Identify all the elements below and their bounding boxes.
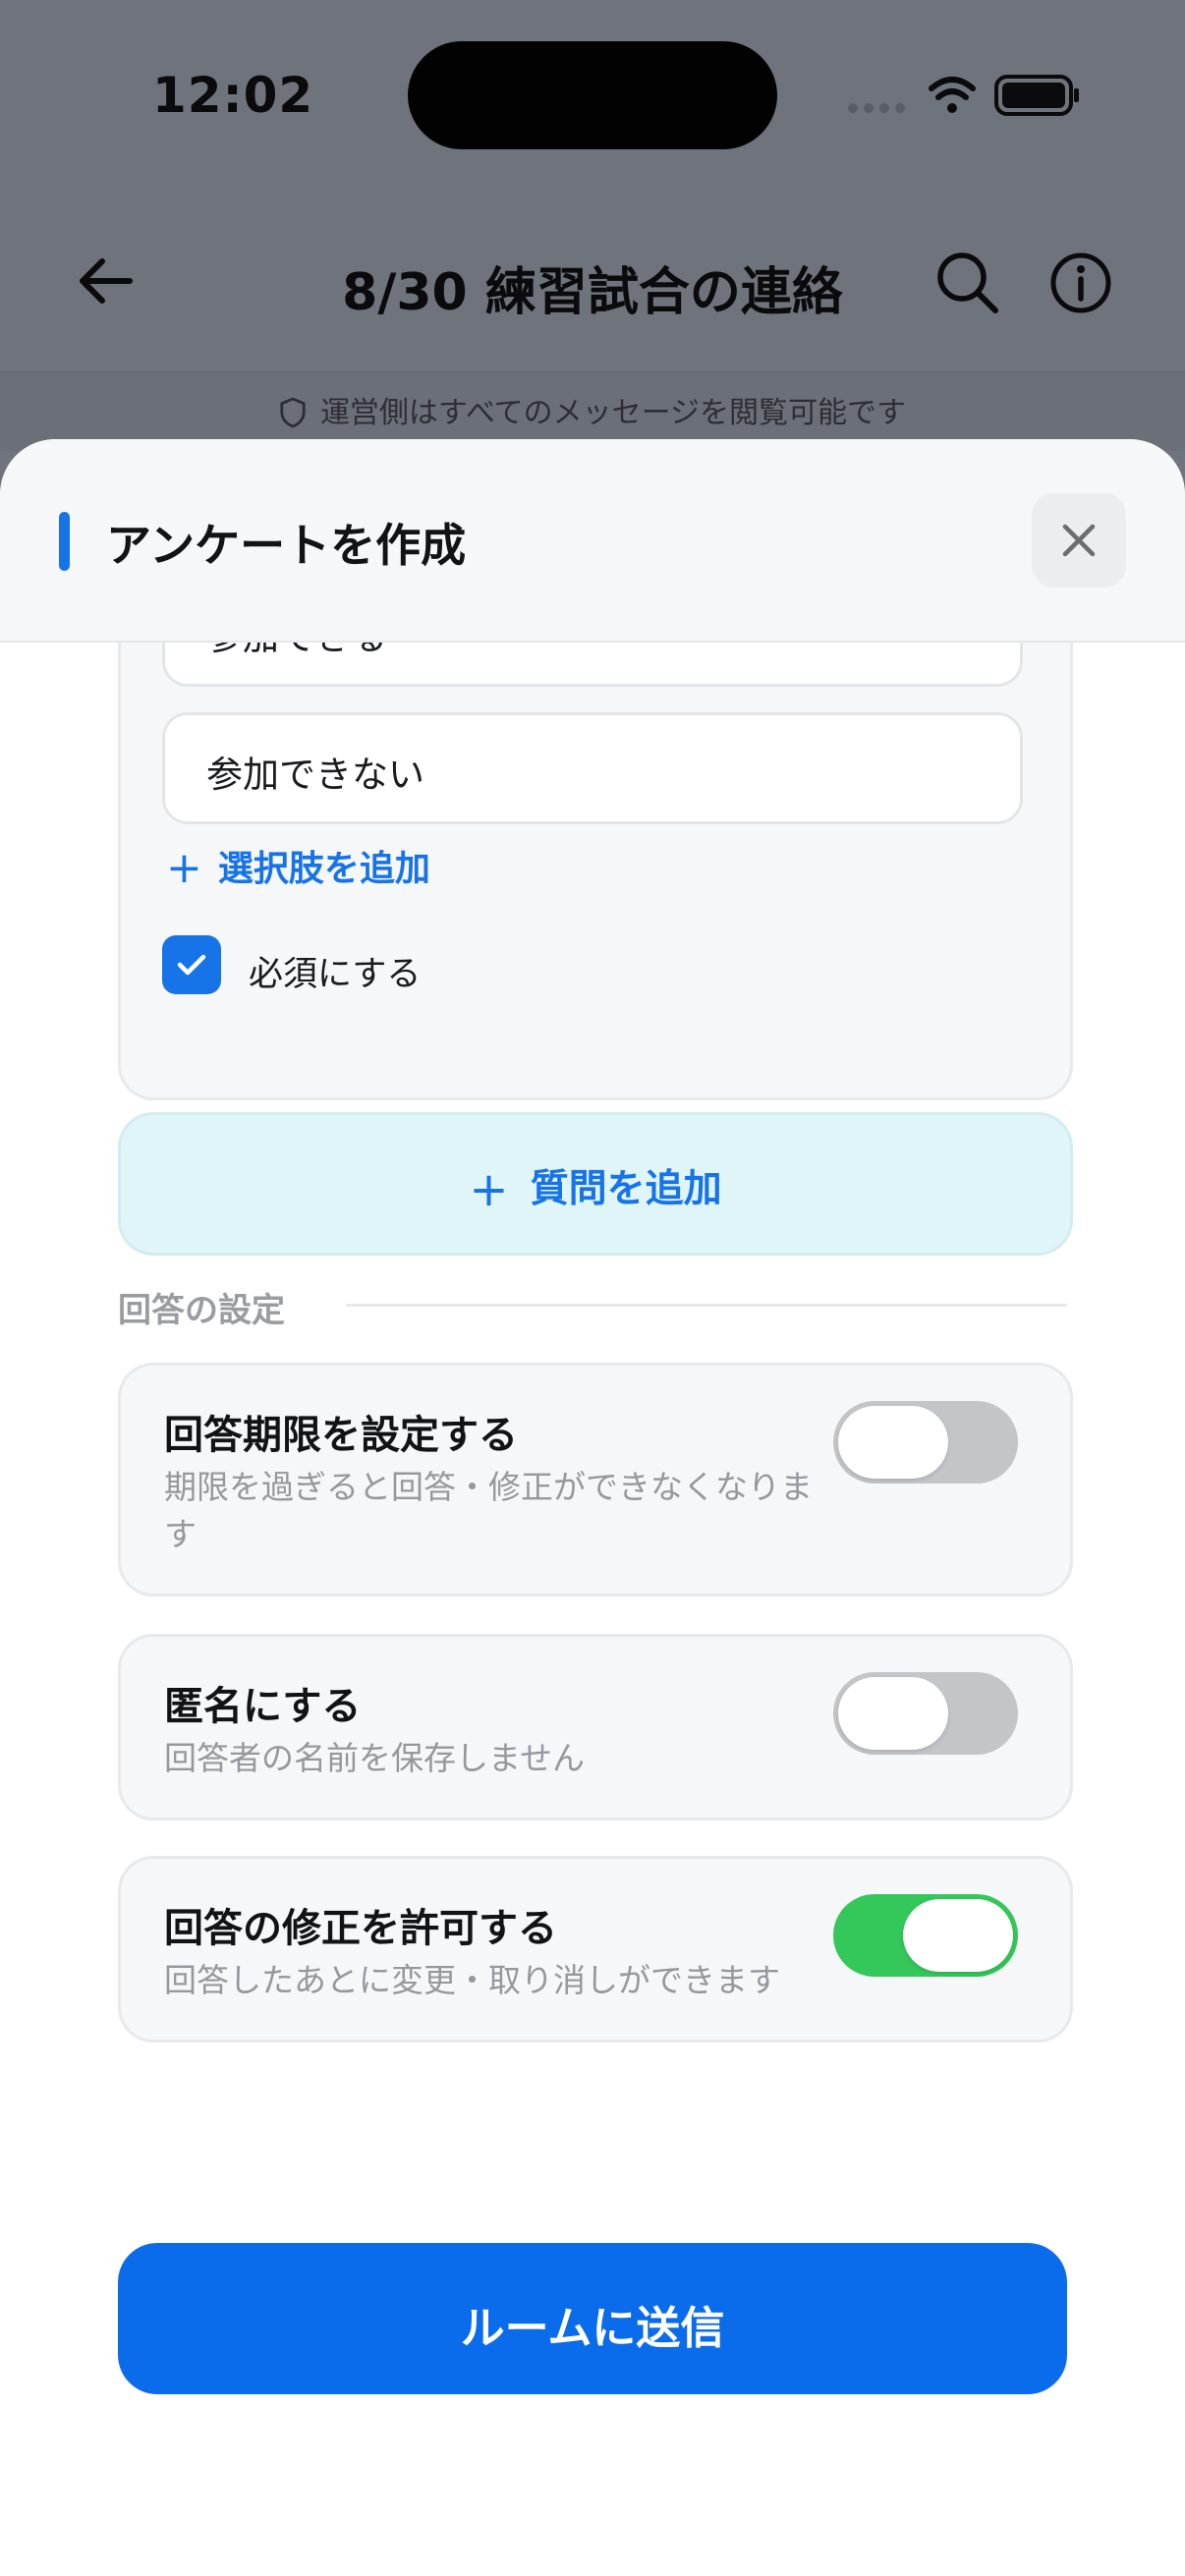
shield-icon [280, 397, 306, 428]
plus-icon: + [166, 843, 202, 893]
close-icon [1062, 524, 1096, 557]
setting-title: 回答期限を設定する [164, 1413, 518, 1458]
setting-deadline: 回答期限を設定する 期限を過ぎると回答・修正ができなくなります [118, 1363, 1073, 1596]
search-icon[interactable] [929, 244, 1007, 322]
toggle-knob [838, 1406, 948, 1479]
anonymous-toggle[interactable] [833, 1672, 1018, 1755]
status-bar: 12:02 [0, 0, 1185, 187]
toggle-knob [903, 1899, 1013, 1972]
required-checkbox[interactable] [162, 935, 221, 994]
plus-icon: + [469, 1162, 509, 1217]
deadline-toggle[interactable] [833, 1401, 1018, 1484]
setting-description: 期限を過ぎると回答・修正ができなくなります [164, 1468, 813, 1553]
option-field[interactable]: 参加できない [162, 712, 1023, 824]
sheet-header: アンケートを作成 [0, 439, 1185, 643]
add-option-button[interactable]: + 選択肢を追加 [166, 840, 430, 893]
chat-header: 8/30 練習試合の連絡 [0, 211, 1185, 359]
sheet-content: 参加できる 参加できない +選択肢を追加 必須にする +質問を追加 回答の設定 [0, 575, 1185, 2576]
send-to-room-button[interactable]: ルームに送信 [118, 2243, 1067, 2394]
title-accent-bar [59, 512, 70, 571]
notice-text: 運営側はすべてのメッセージを閲覧可能です [319, 396, 907, 430]
battery-icon [994, 75, 1079, 116]
wifi-dot [947, 103, 957, 113]
status-time: 12:02 [152, 67, 314, 124]
room-title: 8/30 練習試合の連絡 [342, 263, 843, 322]
dynamic-island [408, 41, 777, 149]
setting-anonymous: 匿名にする 回答者の名前を保存しません [118, 1634, 1073, 1820]
add-question-button[interactable]: + 質問を追加 [118, 1112, 1073, 1256]
question-card: 参加できる 参加できない +選択肢を追加 必須にする [118, 575, 1073, 1100]
sheet-title: アンケートを作成 [106, 519, 467, 572]
send-button-label: ルームに送信 [460, 2302, 725, 2354]
section-divider [346, 1304, 1067, 1307]
status-icons [848, 75, 1079, 116]
setting-title: 匿名にする [164, 1684, 362, 1729]
wifi-icon [929, 77, 976, 100]
setting-allow-edit: 回答の修正を許可する 回答したあとに変更・取り消しができます [118, 1856, 1073, 2043]
poll-sheet: アンケートを作成 参加できる 参加できない +選択肢を追加 必須にする [0, 439, 1185, 2576]
option-text: 参加できない [206, 754, 424, 796]
add-option-label: 選択肢を追加 [217, 849, 430, 889]
cellular-signal-icon [848, 103, 905, 113]
required-label: 必須にする [249, 955, 422, 994]
close-button[interactable] [1032, 493, 1126, 588]
info-icon[interactable] [1042, 244, 1120, 322]
allow-edit-toggle[interactable] [833, 1894, 1018, 1977]
setting-description: 回答したあとに変更・取り消しができます [164, 1961, 780, 1999]
settings-section-label: 回答の設定 [118, 1291, 285, 1330]
setting-description: 回答者の名前を保存しません [164, 1739, 586, 1777]
setting-title: 回答の修正を許可する [164, 1906, 557, 1951]
add-question-label: 質問を追加 [530, 1167, 722, 1211]
toggle-knob [838, 1677, 948, 1750]
checkmark-icon [177, 954, 206, 976]
